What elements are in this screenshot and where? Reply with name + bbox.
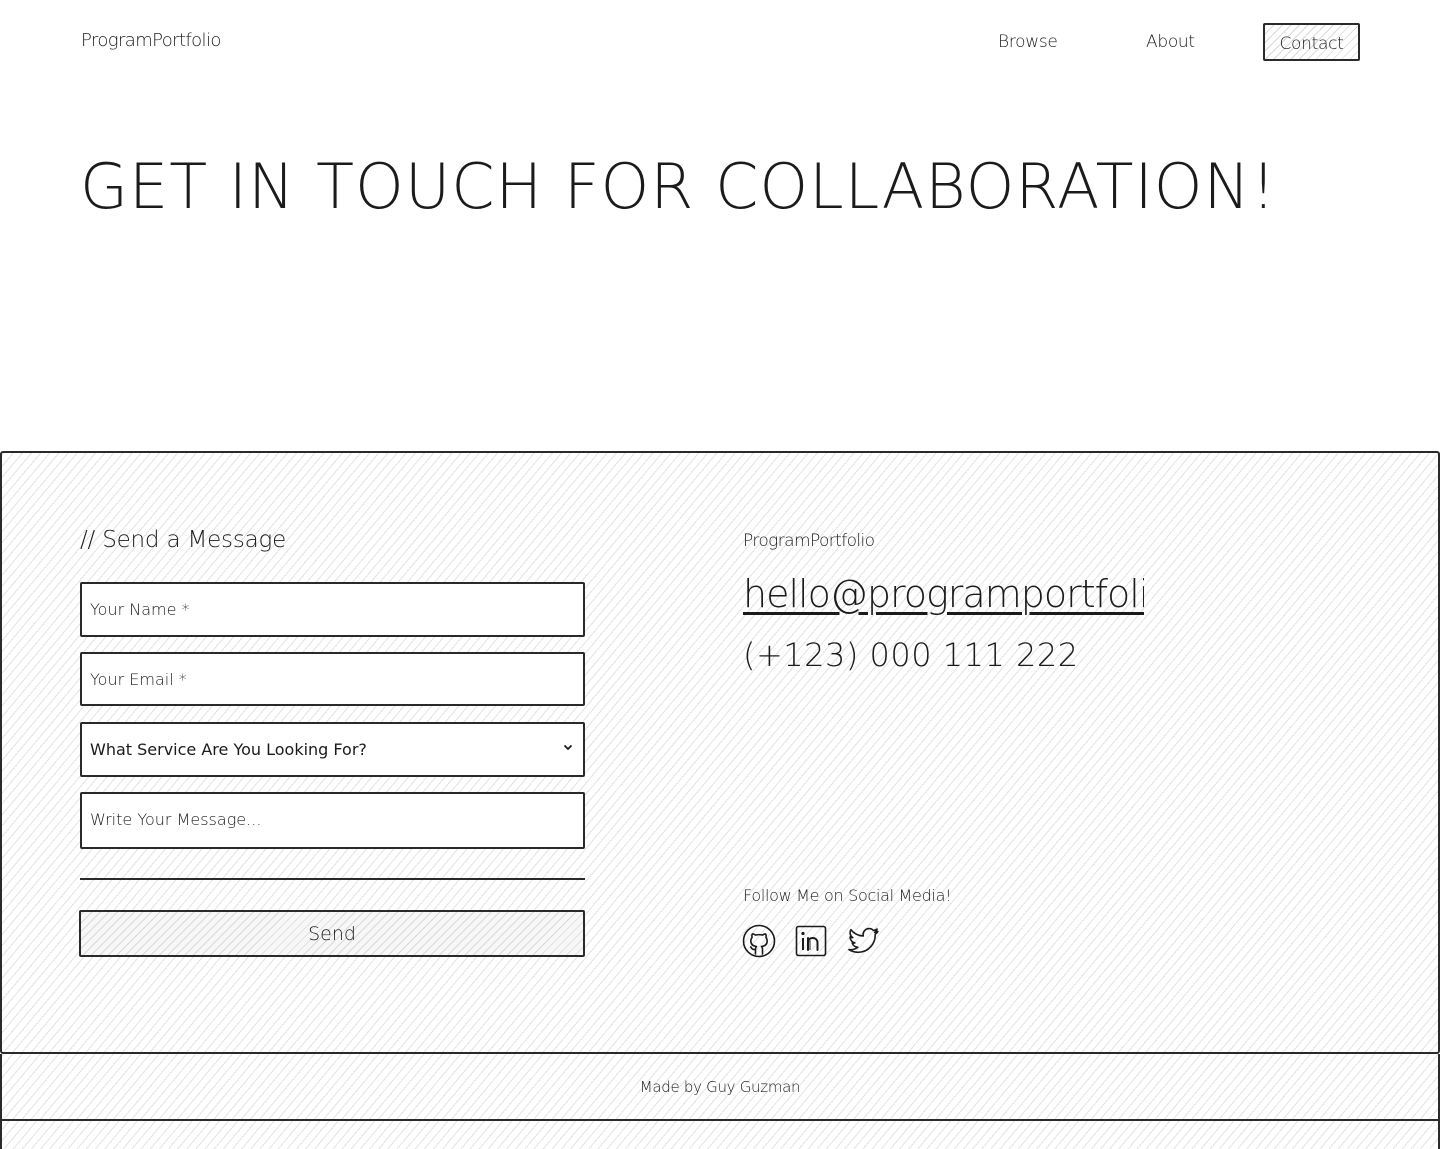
github-link[interactable] bbox=[741, 923, 777, 959]
contact-brand: ProgramPortfolio bbox=[743, 531, 875, 551]
form-divider bbox=[80, 878, 585, 880]
footer-credit: Made by Guy Guzman bbox=[639, 1078, 801, 1096]
form-heading: // Send a Message bbox=[80, 527, 287, 553]
contact-email-link[interactable]: hello@programportfolio.com bbox=[743, 572, 1144, 616]
name-input[interactable] bbox=[80, 582, 585, 637]
service-select[interactable]: What Service Are You Looking For? bbox=[80, 722, 585, 777]
footer: Made by Guy Guzman bbox=[0, 1054, 1440, 1121]
social-label: Follow Me on Social Media! bbox=[743, 886, 952, 905]
send-button[interactable]: Send bbox=[79, 910, 585, 957]
nav-about-link[interactable]: About bbox=[1146, 23, 1195, 61]
message-textarea[interactable] bbox=[80, 792, 585, 849]
page-title: Get in touch for collaboration! bbox=[80, 150, 1277, 223]
nav-browse-link[interactable]: Browse bbox=[998, 23, 1058, 61]
main-nav: Browse About Contact bbox=[0, 23, 1440, 61]
twitter-link[interactable] bbox=[845, 923, 881, 959]
twitter-icon bbox=[848, 927, 879, 954]
contact-page: ProgramPortfolio Browse About Contact Ge… bbox=[0, 0, 1440, 1149]
nav-contact-button[interactable]: Contact bbox=[1263, 23, 1360, 61]
contact-phone: (+123) 000 111 222 bbox=[743, 636, 1079, 674]
linkedin-icon bbox=[795, 925, 827, 957]
github-icon bbox=[742, 924, 776, 958]
bottom-strip bbox=[0, 1121, 1440, 1149]
email-input[interactable] bbox=[80, 652, 585, 706]
linkedin-link[interactable] bbox=[793, 923, 829, 959]
